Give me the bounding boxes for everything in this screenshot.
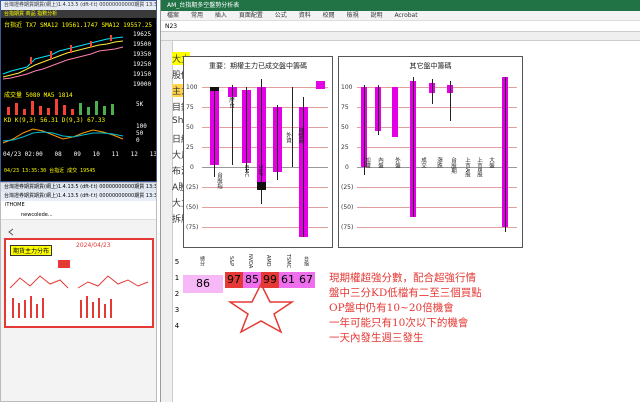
row-numbers: 5 1 2 3 4 [174, 258, 180, 330]
annotation-line-4: 一年可能只有10次以下的機會 [329, 317, 469, 329]
chart-options-other[interactable]: 其它盤中籌碼 100 75 50 25 0 (25) (50) (75) 加權 … [338, 56, 523, 248]
menu-review[interactable]: 校閱 [323, 12, 335, 19]
price-chart [2, 35, 124, 80]
score-hdr-6: 台指 [303, 256, 309, 266]
score-hdr-3: NVDA [247, 253, 253, 269]
chart2-plot: 100 75 50 25 0 (25) (50) (75) 加權 內盤 外盤 成… [339, 57, 522, 247]
score-cell-tx[interactable]: 67 [297, 272, 315, 288]
score-hdr-5: TSMC [285, 253, 291, 269]
thumb-charts [9, 260, 149, 318]
column-headers [161, 32, 640, 41]
score-cell-total[interactable]: 86 [183, 275, 223, 293]
bottom-status: 04/23 13:35:30 台指近 成交 19545 [4, 168, 96, 174]
trading-menu[interactable]: 台指期貨 商品 指數分析 [1, 10, 156, 18]
kd-axis: 100 50 0 [136, 123, 147, 144]
menu-help[interactable]: 說明 [371, 12, 383, 19]
browser-title: 台灣證券期貨期貨(網上)1.4.13.5 (dft-f.t) 000000000… [1, 183, 156, 192]
menu-data[interactable]: 資料 [299, 12, 311, 19]
chart2-bar-3 [392, 87, 398, 137]
chart-options-main[interactable]: 重要：期權主力已成交盤中籌碼 100 75 50 25 0 (25) (50) … [183, 56, 333, 248]
price-readout: 台指近 TX7 SMA12 19561.1747 SMA12 19557.25 [4, 22, 153, 29]
trading-window-title: 台灣證券期貨期貨(網上)1.4.13.5 (dft-f.t) 000000000… [1, 1, 156, 10]
trading-window: 台灣證券期貨期貨(網上)1.4.13.5 (dft-f.t) 000000000… [0, 0, 157, 182]
menu-insert[interactable]: 插入 [215, 12, 227, 19]
score-hdr-2: S&P [228, 255, 234, 267]
address-bar[interactable]: newcolede... [1, 210, 156, 220]
menu-layout[interactable]: 頁面配置 [239, 12, 263, 19]
tab-label: iTHOME [5, 202, 25, 208]
browser-window: 台灣證券期貨期貨(網上)1.4.13.5 (dft-f.t) 000000000… [0, 182, 157, 402]
kd-readout: KD K(9,3) 56.31 D(9,3) 67.33 [4, 117, 106, 124]
score-hdr-1: 總分 [199, 256, 205, 266]
browser-tab[interactable]: iTHOME [1, 201, 156, 210]
thumb-date: 2024/04/23 [76, 242, 111, 249]
chart1-plot: 100 75 50 25 0 (25) (50) (75) 摩台 台股指 SMC… [184, 57, 332, 247]
menu-file[interactable]: 檔案 [167, 12, 179, 19]
star-icon [227, 282, 295, 334]
menu-view[interactable]: 檢視 [347, 12, 359, 19]
thumb-title: 期貨主力分布 [10, 245, 53, 256]
annotation-line-1: 現期權超強分數，配合超強行情 [329, 272, 476, 284]
kd-chart [2, 128, 124, 144]
chart1-bar-8 [316, 81, 325, 89]
excel-window: AM_台指期多空盤勢分析表 檔案 常用 插入 頁面配置 公式 資料 校閱 檢視 … [160, 0, 640, 402]
url-text: newcolede... [21, 212, 53, 218]
volume-chart [7, 99, 114, 115]
menu-home[interactable]: 常用 [191, 12, 203, 19]
annotation-line-2: 盤中三分KD低檔有二至三個買點 [329, 287, 482, 299]
annotation-line-3: OP盤中仍有10~20倍機會 [329, 302, 454, 314]
volume-axis: 5K [136, 101, 144, 108]
excel-title: AM_台指期多空盤勢分析表 [161, 0, 640, 11]
name-box[interactable]: N23 [165, 23, 177, 30]
annotation-line-5: 一天內發生週三發生 [329, 332, 424, 344]
price-axis: 19625 19500 19350 19250 19150 19000 [133, 31, 152, 88]
ribbon-tabs: 檔案 常用 插入 頁面配置 公式 資料 校閱 檢視 說明 Acrobat [161, 11, 640, 21]
formula-bar[interactable]: N23 [161, 21, 640, 32]
back-icon[interactable] [7, 221, 15, 236]
menu-acrobat[interactable]: Acrobat [394, 12, 417, 19]
menu-formulas[interactable]: 公式 [275, 12, 287, 19]
browser-title-2: 台灣證券期貨期貨(網上)1.4.13.5 (dft-f.t) 000000000… [1, 192, 156, 201]
score-hdr-4: AMD [265, 255, 271, 267]
thumbnail-panel: 期貨主力分布 2024/04/23 [4, 238, 154, 328]
date-axis: 04/23 02:00 08 09 10 11 12 13 [3, 151, 157, 158]
